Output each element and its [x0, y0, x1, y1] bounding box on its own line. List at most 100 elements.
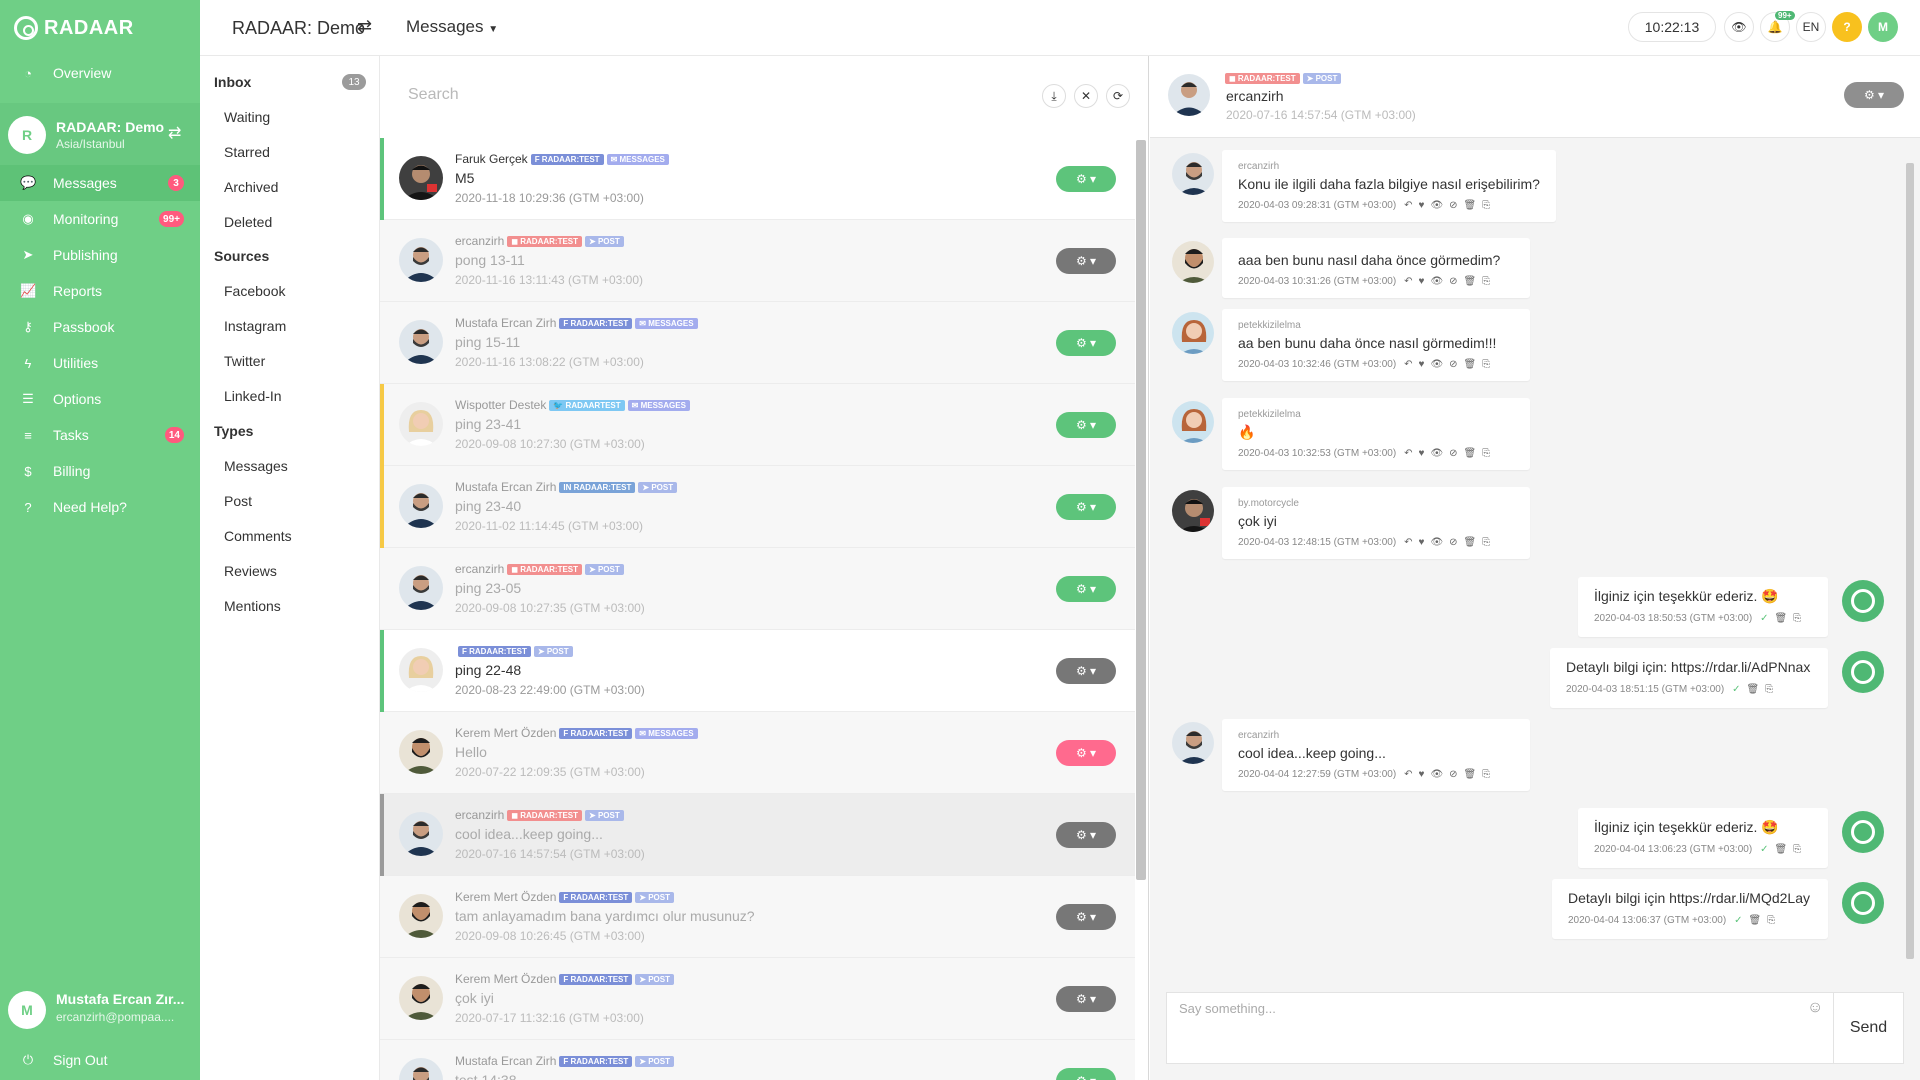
row-actions-button[interactable]: ⚙ ▾: [1056, 740, 1116, 766]
message-tools[interactable]: ✓🗑⎘: [1760, 844, 1807, 855]
status-stripe: [380, 138, 384, 220]
message-date: 2020-09-08 10:26:45 (GTM +03:00): [455, 929, 645, 943]
message-row[interactable]: ercanzirh ◼ RADAAR:TEST ➤ POST ping 23-05 20…: [380, 548, 1135, 630]
search-input[interactable]: Search: [408, 86, 459, 104]
row-actions-button[interactable]: ⚙ ▾: [1056, 822, 1116, 848]
message-row[interactable]: Mustafa Ercan Zirh f RADAAR:TEST ✉ MESSAGE…: [380, 302, 1135, 384]
filter-instagram[interactable]: Instagram: [224, 318, 286, 334]
message-row[interactable]: Mustafa Ercan Zirh f RADAAR:TEST ➤ POST tes…: [380, 1040, 1135, 1080]
tag-icon: f: [534, 155, 542, 164]
filter-facebook[interactable]: Facebook: [224, 283, 285, 299]
message-row[interactable]: Faruk Gerçek f RADAAR:TEST ✉ MESSAGES M5 202…: [380, 138, 1135, 220]
message-row[interactable]: Wispotter Destek 🐦 RADAARTEST ✉ MESSAGES pi…: [380, 384, 1135, 466]
language-button[interactable]: EN: [1796, 12, 1826, 42]
sidebar-item-tasks[interactable]: ≡ Tasks 14: [0, 417, 200, 453]
filter-mentions[interactable]: Mentions: [224, 598, 281, 614]
filter-starred[interactable]: Starred: [224, 144, 270, 160]
filter-comments[interactable]: Comments: [224, 528, 292, 544]
workspace-switch-icon[interactable]: ⇄: [357, 16, 372, 37]
brand-logo[interactable]: RADAAR: [14, 10, 134, 46]
filter-waiting[interactable]: Waiting: [224, 109, 270, 125]
inbox-heading[interactable]: Inbox: [214, 74, 251, 90]
emoji-icon[interactable]: ☺: [1807, 999, 1823, 1017]
sidebar-item-need-help[interactable]: ? Need Help?: [0, 489, 200, 525]
thread-actions-button[interactable]: ⚙ ▾: [1844, 82, 1904, 108]
row-actions-button[interactable]: ⚙ ▾: [1056, 658, 1116, 684]
row-actions-button[interactable]: ⚙ ▾: [1056, 576, 1116, 602]
message-tools[interactable]: ↶♥👁⊘🗑⎘: [1404, 537, 1496, 548]
notification-badge: 99+: [1775, 11, 1795, 20]
topbar-user-avatar[interactable]: M: [1868, 12, 1898, 42]
radaar-avatar-icon: [1842, 651, 1884, 693]
sidebar-item-billing[interactable]: $ Billing: [0, 453, 200, 489]
message-date: 2020-04-03 10:32:53 (GTM +03:00): [1238, 448, 1397, 459]
sidebar-item-reports[interactable]: 📈 Reports: [0, 273, 200, 309]
message-row[interactable]: Kerem Mert Özden f RADAAR:TEST ➤ POST çok i…: [380, 958, 1135, 1040]
message-date: 2020-04-03 09:28:31 (GTM +03:00): [1238, 200, 1397, 211]
filter-messages[interactable]: Messages: [224, 458, 288, 474]
sidebar-item-overview[interactable]: ◔ Overview: [0, 55, 200, 91]
signout-button[interactable]: ⏻ Sign Out: [0, 1042, 200, 1078]
filter-deleted[interactable]: Deleted: [224, 214, 272, 230]
message-preview: M5: [455, 170, 475, 186]
row-actions-button[interactable]: ⚙ ▾: [1056, 1068, 1116, 1080]
message-tools[interactable]: ✓🗑⎘: [1760, 613, 1807, 624]
message-row[interactable]: Kerem Mert Özden f RADAAR:TEST ➤ POST tam a…: [380, 876, 1135, 958]
filter-post[interactable]: Post: [224, 493, 252, 509]
row-actions-button[interactable]: ⚙ ▾: [1056, 986, 1116, 1012]
sidebar-item-monitoring[interactable]: ◉ Monitoring 99+: [0, 201, 200, 237]
message-row[interactable]: f RADAAR:TEST ➤ POST ping 22-48 2020-08-23 …: [380, 630, 1135, 712]
message-tools[interactable]: ↶♥👁⊘🗑⎘: [1404, 448, 1496, 459]
sidebar-item-utilities[interactable]: ϟ Utilities: [0, 345, 200, 381]
sidebar-item-publishing[interactable]: ➤ Publishing: [0, 237, 200, 273]
row-actions-button[interactable]: ⚙ ▾: [1056, 412, 1116, 438]
list-scrollbar[interactable]: [1136, 140, 1146, 880]
bell-icon[interactable]: 🔔 99+: [1760, 11, 1795, 42]
message-row[interactable]: ercanzirh ◼ RADAAR:TEST ➤ POST cool idea...…: [380, 794, 1135, 876]
message-author: petekkizilelma: [1238, 409, 1301, 420]
sliders-icon: ☰: [22, 391, 34, 406]
sidebar-item-messages[interactable]: 💬 Messages 3: [0, 165, 200, 201]
sidebar-item-passbook[interactable]: ⚷ Passbook: [0, 309, 200, 345]
messages-dropdown[interactable]: Messages ▼: [406, 17, 498, 37]
message-tools[interactable]: ↶♥👁⊘🗑⎘: [1404, 200, 1496, 211]
incoming-message: petekkizilelma 🔥 2020-04-03 10:32:53 (GTM …: [1222, 398, 1530, 470]
refresh-icon[interactable]: ⟳: [1106, 84, 1130, 108]
close-icon[interactable]: ✕: [1074, 84, 1098, 108]
tag-label: RADAAR:TEST: [520, 237, 579, 246]
message-row[interactable]: Kerem Mert Özden f RADAAR:TEST ✉ MESSAGES H…: [380, 712, 1135, 794]
sidebar-item-options[interactable]: ☰ Options: [0, 381, 200, 417]
message-preview: pong 13-11: [455, 252, 525, 268]
workspace-switcher[interactable]: R RADAAR: Demo Asia/Istanbul ⇄: [0, 103, 200, 167]
thread-source-tag: ➤ POST: [1302, 73, 1342, 84]
message-text: Konu ile ilgili daha fazla bilgiye nasıl…: [1238, 176, 1540, 192]
message-tools[interactable]: ↶♥👁⊘🗑⎘: [1404, 769, 1496, 780]
eye-icon[interactable]: 👁: [1724, 12, 1754, 42]
switch-icon[interactable]: ⇄: [168, 123, 181, 143]
message-row[interactable]: ercanzirh ◼ RADAAR:TEST ➤ POST pong 13-11 20…: [380, 220, 1135, 302]
tag-label: RADAAR:TEST: [1237, 74, 1296, 83]
thread-scrollbar[interactable]: [1906, 163, 1914, 959]
send-button[interactable]: Send: [1834, 992, 1904, 1064]
row-actions-button[interactable]: ⚙ ▾: [1056, 166, 1116, 192]
row-actions-button[interactable]: ⚙ ▾: [1056, 330, 1116, 356]
row-actions-button[interactable]: ⚙ ▾: [1056, 248, 1116, 274]
topbar-workspace-title[interactable]: RADAAR: Demo: [232, 18, 365, 39]
message-row[interactable]: Mustafa Ercan Zirh in RADAAR:TEST ➤ POST pi…: [380, 466, 1135, 548]
download-icon[interactable]: ⤓: [1042, 84, 1066, 108]
filter-archived[interactable]: Archived: [224, 179, 278, 195]
filter-reviews[interactable]: Reviews: [224, 563, 277, 579]
message-tools[interactable]: ↶♥👁⊘🗑⎘: [1404, 276, 1496, 287]
help-button[interactable]: ?: [1832, 12, 1862, 42]
message-tools[interactable]: ↶♥👁⊘🗑⎘: [1404, 359, 1496, 370]
message-tools[interactable]: ✓🗑⎘: [1734, 915, 1781, 926]
message-tools[interactable]: ✓🗑⎘: [1732, 684, 1779, 695]
source-tag: ◼ RADAAR:TEST: [507, 810, 583, 821]
filter-twitter[interactable]: Twitter: [224, 353, 265, 369]
filter-linked-in[interactable]: Linked-In: [224, 388, 282, 404]
row-actions-button[interactable]: ⚙ ▾: [1056, 904, 1116, 930]
outgoing-message: Detaylı bilgi için: https://rdar.li/AdPN…: [1550, 648, 1828, 708]
user-profile[interactable]: M Mustafa Ercan Zır... ercanzirh@pompaa.…: [0, 975, 200, 1045]
reply-input[interactable]: Say something... ☺: [1166, 992, 1834, 1064]
row-actions-button[interactable]: ⚙ ▾: [1056, 494, 1116, 520]
